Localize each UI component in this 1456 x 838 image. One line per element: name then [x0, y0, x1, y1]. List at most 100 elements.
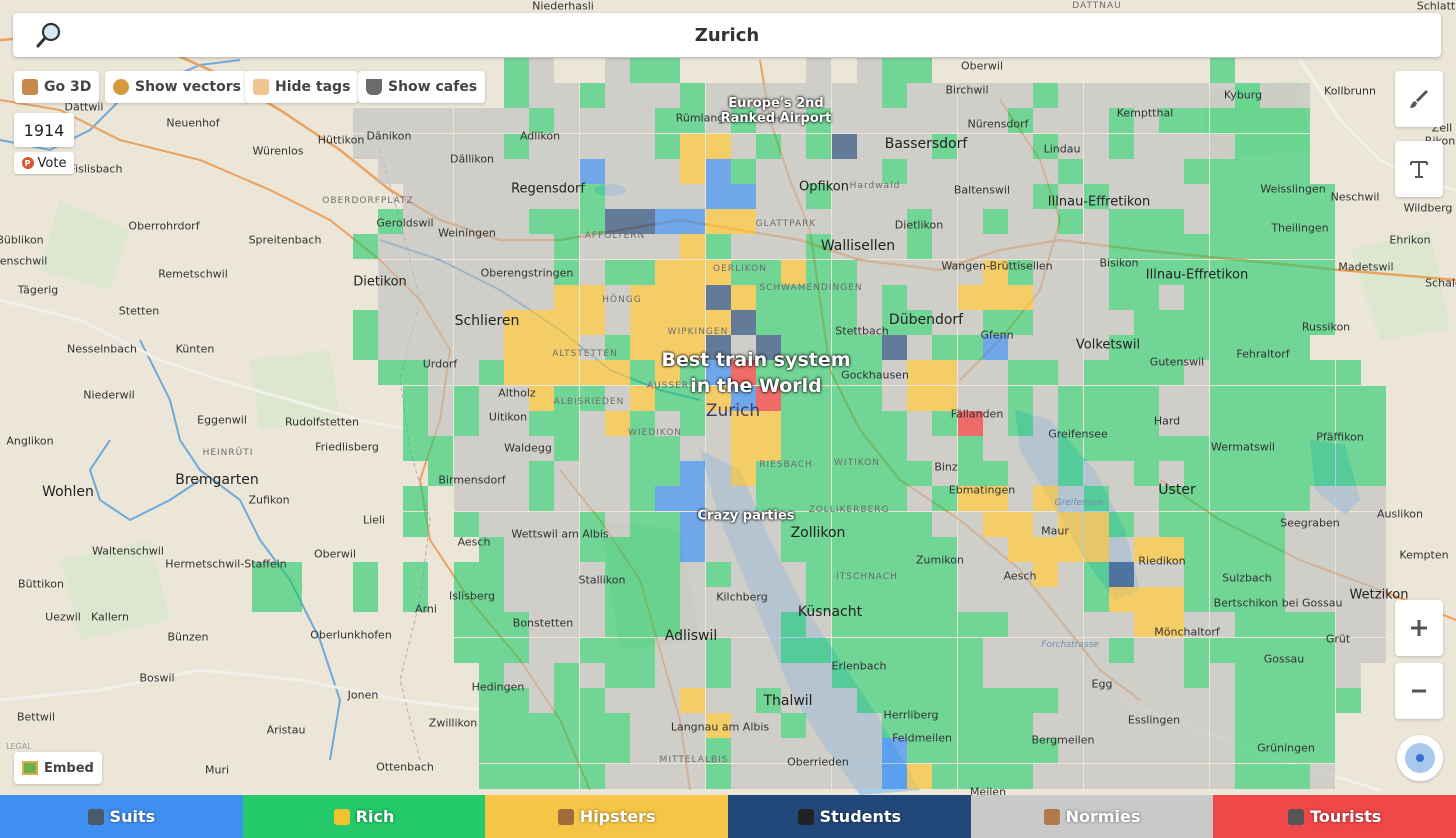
place-label-zwillikon: Zwillikon [428, 716, 478, 730]
hide-tags-label: Hide tags [275, 79, 351, 95]
legend-item-rich[interactable]: Rich [242, 795, 486, 838]
box-icon [22, 79, 38, 95]
money-face-icon [333, 808, 350, 825]
legend-item-normies[interactable]: Normies [970, 795, 1214, 838]
place-label-gruningen: Grüningen [1257, 741, 1315, 755]
search-bar[interactable]: Zurich [13, 13, 1441, 57]
train-tag-line2[interactable]: in the World [690, 375, 822, 398]
place-label-birmensdorf: Birmensdorf [438, 473, 506, 487]
place-label-kunten: Künten [175, 342, 215, 356]
parties-tag[interactable]: Crazy parties [697, 509, 794, 525]
place-label-hardwald: Hardwald [849, 181, 901, 191]
place-label-wurenlos: Würenlos [252, 144, 304, 158]
place-label-boswil: Boswil [139, 671, 175, 685]
place-label-oberlunkhofen: Oberlunkhofen [310, 628, 392, 642]
show-vectors-button[interactable]: Show vectors [105, 71, 249, 103]
go-3d-button[interactable]: Go 3D [14, 71, 100, 103]
airport-tag[interactable]: Europe's 2nd Ranked Airport [701, 96, 851, 127]
embed-button[interactable]: Embed [14, 752, 102, 784]
place-label-zumikon: Zumikon [916, 553, 964, 567]
place-label-greifensee: Greifensee [1048, 427, 1108, 441]
place-label-ehrikon: Ehrikon [1389, 233, 1431, 247]
place-label-bublikon: Büblikon [0, 233, 44, 247]
place-label-oberwil-left: Oberwil [313, 547, 357, 561]
place-label-erlenbach: Erlenbach [831, 659, 887, 673]
place-label-remetschwil: Remetschwil [158, 267, 228, 281]
place-label-lindau: Lindau [1043, 142, 1081, 156]
place-label-oberwil-top: Oberwil [960, 59, 1004, 73]
place-label-eggenwil: Eggenwil [197, 413, 247, 427]
plus-icon [1411, 620, 1427, 636]
legal-link[interactable]: LEGAL [6, 742, 32, 751]
add-text-button[interactable] [1395, 141, 1443, 197]
place-label-uitikon: Uitikon [488, 410, 528, 424]
district-label-hongg: HÖNGG [602, 295, 642, 305]
place-label-nurensdorf: Nürensdorf [967, 117, 1029, 131]
graduation-cap-icon [797, 808, 814, 825]
place-label-bettwil: Bettwil [16, 710, 56, 724]
place-label-tagerig: Tägerig [17, 283, 59, 297]
place-label-zollikon: Zollikon [790, 525, 846, 541]
place-label-altholz: Altholz [498, 386, 536, 400]
place-label-sulzbach: Sulzbach [1222, 571, 1272, 585]
district-label-riesbach: RIESBACH [759, 460, 813, 470]
place-label-riedikon: Riedikon [1138, 554, 1186, 568]
place-label-waldegg: Waldegg [504, 441, 552, 455]
palette-icon [113, 79, 129, 95]
legend-item-hipsters[interactable]: Hipsters [485, 795, 729, 838]
map-canvas[interactable]: Zurich Regensdorf Opfikon Wallisellen Basser… [0, 0, 1456, 838]
place-label-theilingen: Theilingen [1271, 221, 1329, 235]
place-label-wohlen: Wohlen [42, 484, 94, 500]
place-label-thalwil: Thalwil [763, 693, 813, 709]
place-label-kemptthal: Kemptthal [1116, 106, 1174, 120]
district-label-glattpark: GLATTPARK [755, 219, 817, 229]
legend-item-students[interactable]: Students [728, 795, 971, 838]
place-label-wallisellen: Wallisellen [820, 238, 896, 254]
place-label-buttikon: Büttikon [18, 577, 64, 591]
place-label-dattnau: DATTNAU [1072, 1, 1122, 11]
place-label-stetten: Stetten [118, 304, 160, 318]
district-label-itschnach: ITSCHNACH [836, 572, 898, 582]
district-label-mittelalbis: MITTELALBIS [659, 755, 729, 765]
suit-icon [87, 808, 104, 825]
show-cafes-button[interactable]: Show cafes [358, 71, 486, 103]
vote-button[interactable]: P Vote [14, 152, 74, 174]
place-label-weisslingen: Weisslingen [1260, 182, 1326, 196]
place-label-jonen: Jonen [347, 688, 379, 702]
place-label-uster: Uster [1158, 482, 1196, 498]
place-label-langnau: Langnau am Albis [670, 720, 770, 734]
place-label-urdorf: Urdorf [422, 357, 458, 371]
place-label-zufikon: Zufikon [248, 493, 290, 507]
place-label-fallanden: Fällanden [950, 407, 1004, 421]
picture-icon [22, 761, 38, 775]
brush-icon [1410, 90, 1428, 108]
map-labels: Zurich Regensdorf Opfikon Wallisellen Basser… [0, 0, 1456, 838]
place-label-dubendorf: Dübendorf [888, 312, 964, 328]
place-label-lieli: Lieli [362, 513, 386, 527]
place-label-uezwil: Uezwil [45, 610, 81, 624]
place-label-friedlisberg: Friedlisberg [315, 440, 379, 454]
legend-item-tourists[interactable]: Tourists [1213, 795, 1456, 838]
zoom-in-button[interactable] [1395, 600, 1443, 656]
locate-me-button[interactable] [1397, 735, 1443, 781]
vote-label: Vote [37, 155, 67, 171]
label-forchstrasse: Forchstrasse [1041, 640, 1099, 650]
search-location-title[interactable]: Zurich [13, 25, 1441, 46]
place-label-hard: Hard [1153, 414, 1181, 428]
hide-tags-button[interactable]: Hide tags [245, 71, 359, 103]
draw-brush-button[interactable] [1395, 71, 1443, 127]
place-label-oberrieden: Oberrieden [787, 755, 849, 769]
place-label-seegraben: Seegraben [1280, 516, 1340, 530]
place-label-schalch: Schalc [1425, 276, 1456, 290]
place-label-bremgarten: Bremgarten [175, 472, 259, 488]
place-label-dietikon: Dietikon [353, 274, 407, 290]
place-label-waltenschwil: Waltenschwil [92, 544, 164, 558]
tag-icon [253, 79, 269, 95]
place-label-schlatt: Schlatt [1416, 0, 1456, 13]
show-cafes-label: Show cafes [388, 79, 478, 95]
place-label-bisikon: Bisikon [1099, 256, 1139, 270]
train-tag-line1[interactable]: Best train system [661, 349, 850, 372]
legend-label: Rich [355, 807, 395, 826]
zoom-out-button[interactable] [1395, 663, 1443, 719]
legend-item-suits[interactable]: Suits [0, 795, 243, 838]
